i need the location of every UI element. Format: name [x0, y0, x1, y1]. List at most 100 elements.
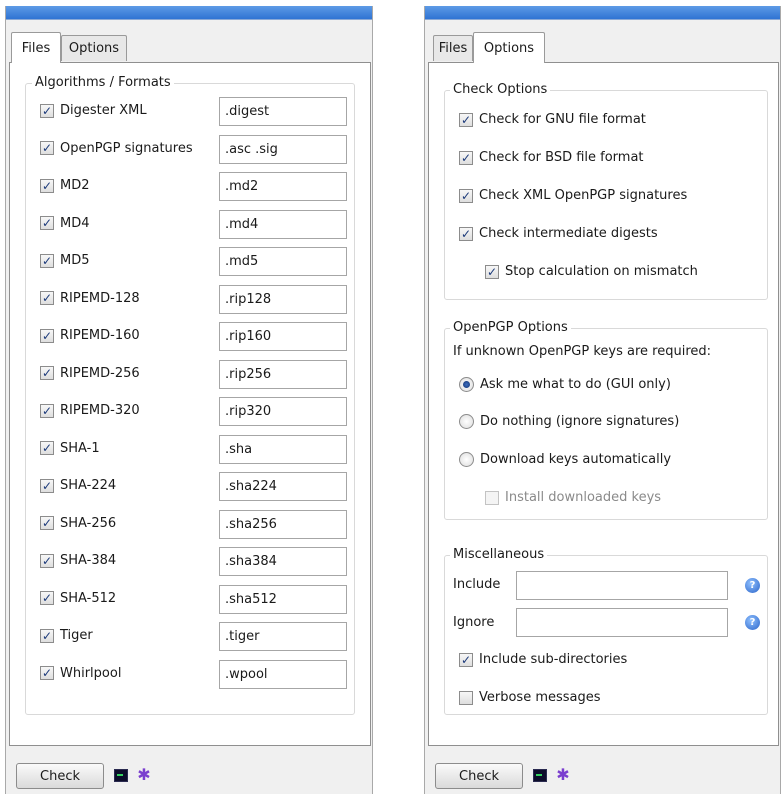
- extension-input[interactable]: .sha: [219, 434, 347, 464]
- check-button[interactable]: Check: [16, 763, 104, 789]
- console-icon[interactable]: [533, 769, 547, 782]
- include-subdirectories[interactable]: ✓ Include sub-directories: [459, 652, 627, 667]
- stop-on-mismatch[interactable]: ✓ Stop calculation on mismatch: [485, 264, 698, 279]
- check-button[interactable]: Check: [435, 763, 523, 789]
- help-icon[interactable]: ?: [745, 578, 760, 593]
- checkbox-icon[interactable]: ✓: [40, 216, 54, 230]
- extension-input[interactable]: .sha224: [219, 472, 347, 501]
- checkbox-icon[interactable]: ✓: [40, 366, 54, 380]
- check-xml-openpgp[interactable]: ✓ Check XML OpenPGP signatures: [459, 188, 687, 203]
- include-subdirectories-label: Include sub-directories: [479, 652, 628, 667]
- check-gnu-format[interactable]: ✓ Check for GNU file format: [459, 112, 646, 127]
- checkbox-icon[interactable]: ✓: [40, 328, 54, 343]
- extension-input[interactable]: .wpool: [219, 659, 347, 689]
- extension-input[interactable]: .sha256: [219, 509, 347, 539]
- algorithm-row[interactable]: ✓ RIPEMD-128: [40, 291, 140, 306]
- extension-input[interactable]: .tiger: [219, 622, 347, 651]
- checkbox-icon[interactable]: ✓: [40, 291, 54, 305]
- ignore-label: Ignore: [453, 615, 495, 630]
- radio-ask-me[interactable]: Ask me what to do (GUI only): [459, 377, 671, 392]
- status-bar: Check ✱: [425, 756, 780, 794]
- checkbox-icon[interactable]: ✓: [485, 264, 499, 279]
- checkbox-icon[interactable]: ✓: [459, 112, 473, 127]
- algorithm-label: SHA-1: [60, 440, 100, 456]
- algorithm-row[interactable]: ✓ MD4: [40, 216, 90, 231]
- algorithm-label: RIPEMD-160: [60, 328, 140, 343]
- install-downloaded-keys: Install downloaded keys: [485, 490, 661, 505]
- algorithm-row[interactable]: ✓ SHA-224: [40, 478, 116, 493]
- debug-bug-icon[interactable]: ✱: [555, 766, 571, 784]
- extension-input[interactable]: .md4: [219, 209, 347, 239]
- checkbox-icon[interactable]: ✓: [40, 441, 54, 455]
- extension-input[interactable]: .rip320: [219, 397, 347, 426]
- algorithm-row[interactable]: ✓ MD2: [40, 178, 90, 193]
- algorithm-label: MD4: [60, 215, 90, 231]
- algorithm-row[interactable]: ✓ SHA-512: [40, 591, 116, 606]
- checkbox-icon[interactable]: ✓: [40, 628, 54, 643]
- algorithm-label: RIPEMD-320: [60, 403, 140, 418]
- check-intermediate-digests[interactable]: ✓ Check intermediate digests: [459, 226, 658, 241]
- miscellaneous-title: Miscellaneous: [450, 547, 548, 562]
- checkbox-icon[interactable]: ✓: [40, 103, 54, 118]
- algorithm-label: MD5: [60, 253, 90, 268]
- window-titlebar[interactable]: [425, 6, 780, 20]
- algorithm-row[interactable]: ✓ RIPEMD-160: [40, 328, 140, 343]
- verbose-messages[interactable]: Verbose messages: [459, 690, 601, 705]
- extension-input[interactable]: .md2: [219, 172, 347, 201]
- tab-files[interactable]: Files: [433, 35, 473, 61]
- algorithm-label: SHA-384: [60, 553, 117, 568]
- radio-do-nothing[interactable]: Do nothing (ignore signatures): [459, 414, 679, 429]
- checkbox-icon[interactable]: ✓: [40, 666, 54, 680]
- checkbox-icon[interactable]: ✓: [40, 553, 54, 568]
- check-intermediate-digests-label: Check intermediate digests: [479, 226, 658, 241]
- algorithm-row[interactable]: ✓ SHA-256: [40, 516, 116, 531]
- checkbox-icon[interactable]: ✓: [459, 150, 473, 165]
- checkbox-icon[interactable]: ✓: [40, 516, 54, 530]
- include-input[interactable]: [516, 571, 728, 600]
- extension-input[interactable]: .rip128: [219, 284, 347, 314]
- debug-bug-icon[interactable]: ✱: [136, 766, 152, 784]
- extension-input[interactable]: .sha512: [219, 584, 347, 614]
- checkbox-icon[interactable]: ✓: [40, 403, 54, 418]
- algorithm-label: Tiger: [60, 628, 93, 643]
- checkbox-icon[interactable]: ✓: [40, 253, 54, 268]
- extension-input[interactable]: .md5: [219, 247, 347, 276]
- tab-options[interactable]: Options: [473, 32, 545, 63]
- radio-download-keys[interactable]: Download keys automatically: [459, 452, 671, 467]
- radio-icon[interactable]: [459, 414, 474, 429]
- algorithm-row[interactable]: ✓ RIPEMD-256: [40, 366, 140, 381]
- check-xml-openpgp-label: Check XML OpenPGP signatures: [479, 188, 688, 203]
- tab-files[interactable]: Files: [11, 32, 61, 63]
- checkbox-icon[interactable]: ✓: [459, 226, 473, 241]
- ignore-input[interactable]: [516, 608, 728, 637]
- extension-input[interactable]: .digest: [219, 97, 347, 126]
- extension-input[interactable]: .asc .sig: [219, 134, 347, 164]
- radio-selected-icon[interactable]: [459, 377, 474, 392]
- checkbox-icon[interactable]: ✓: [459, 652, 473, 667]
- algorithm-row[interactable]: ✓ SHA-1: [40, 441, 100, 456]
- checkbox-icon[interactable]: ✓: [40, 178, 54, 193]
- checkbox-icon[interactable]: [459, 690, 473, 705]
- window-titlebar[interactable]: [6, 6, 372, 20]
- algorithm-row[interactable]: ✓ SHA-384: [40, 553, 116, 568]
- tab-options[interactable]: Options: [61, 35, 127, 61]
- extension-input[interactable]: .sha384: [219, 547, 347, 576]
- checkbox-icon[interactable]: ✓: [40, 478, 54, 493]
- algorithm-row[interactable]: ✓ Whirlpool: [40, 666, 121, 681]
- check-gnu-format-label: Check for GNU file format: [479, 112, 646, 127]
- checkbox-icon[interactable]: ✓: [40, 141, 54, 155]
- console-icon[interactable]: [114, 769, 128, 782]
- algorithm-row[interactable]: ✓ Tiger: [40, 628, 93, 643]
- algorithm-row[interactable]: ✓ RIPEMD-320: [40, 403, 140, 418]
- algorithm-row[interactable]: ✓ OpenPGP signatures: [40, 141, 193, 156]
- check-bsd-format[interactable]: ✓ Check for BSD file format: [459, 150, 644, 165]
- algorithm-row[interactable]: ✓ MD5: [40, 253, 90, 268]
- help-icon[interactable]: ?: [745, 615, 760, 630]
- radio-icon[interactable]: [459, 452, 474, 467]
- files-window: Files Options Algorithms / Formats ✓ Dige…: [5, 6, 373, 794]
- checkbox-icon[interactable]: ✓: [40, 591, 54, 605]
- algorithm-row[interactable]: ✓ Digester XML: [40, 103, 147, 118]
- extension-input[interactable]: .rip256: [219, 359, 347, 389]
- extension-input[interactable]: .rip160: [219, 322, 347, 351]
- checkbox-icon[interactable]: ✓: [459, 188, 473, 203]
